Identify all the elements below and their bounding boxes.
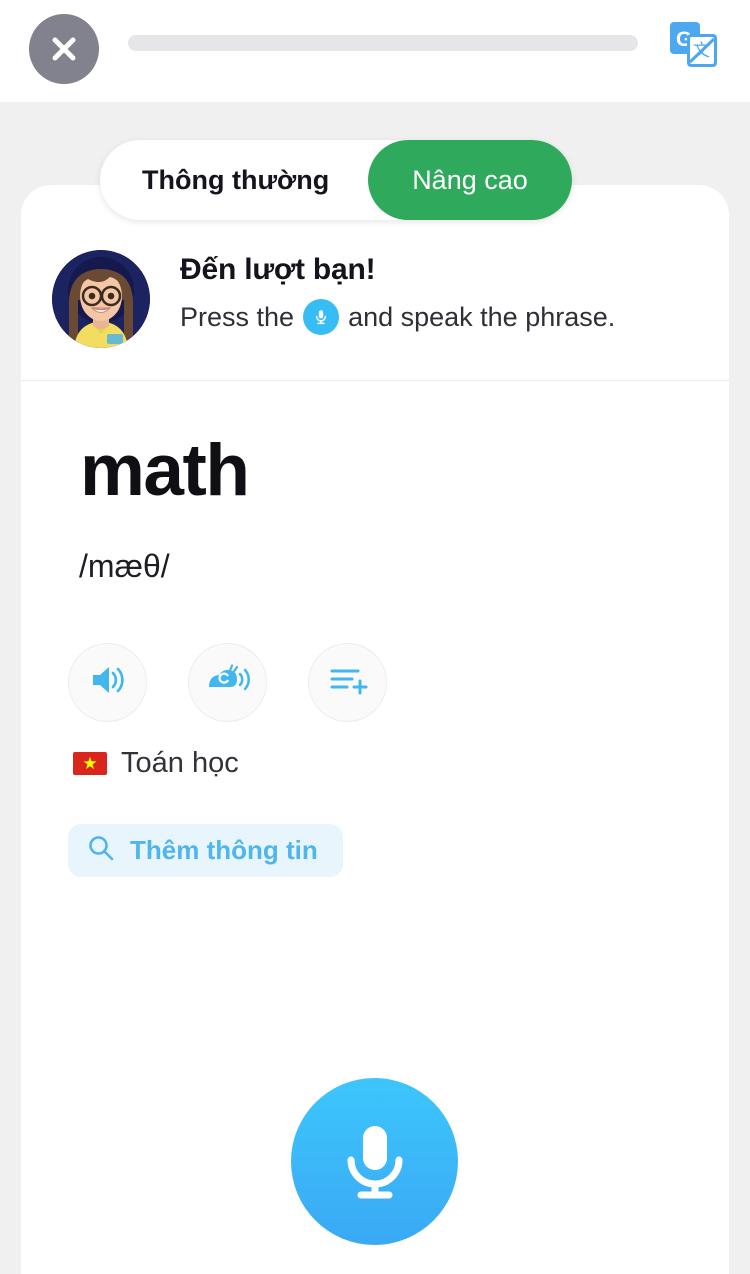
top-bar: G 文 <box>0 0 750 102</box>
play-slow-audio-button[interactable] <box>188 643 267 722</box>
translation-text: Toán học <box>121 747 239 779</box>
prompt-title: Đến lượt bạn! <box>180 253 376 286</box>
target-word: math <box>80 430 250 511</box>
prompt-instruction: Press the and speak the phrase. <box>180 299 615 335</box>
record-button[interactable] <box>291 1078 458 1245</box>
more-info-button[interactable]: Thêm thông tin <box>68 824 343 877</box>
prompt-instruction-after: and speak the phrase. <box>348 301 616 332</box>
tab-nang-cao-label: Nâng cao <box>412 164 528 195</box>
add-to-list-button[interactable] <box>308 643 387 722</box>
google-translate-icon[interactable]: G 文 <box>670 22 718 68</box>
more-info-label: Thêm thông tin <box>130 835 318 865</box>
mode-tabs: Thông thường Nâng cao <box>100 140 572 220</box>
close-x-icon <box>47 32 81 66</box>
speaker-icon <box>88 662 128 703</box>
tab-thong-thuong-label: Thông thường <box>142 164 330 195</box>
tab-nang-cao[interactable]: Nâng cao <box>368 140 572 220</box>
microphone-icon <box>303 299 340 335</box>
snail-speaker-icon <box>206 662 250 703</box>
search-icon <box>87 834 115 867</box>
lesson-card: Đến lượt bạn! Press the and speak the ph… <box>21 185 729 1274</box>
tab-thong-thuong[interactable]: Thông thường <box>100 140 368 220</box>
microphone-icon <box>332 1112 418 1211</box>
phonetic-transcription: /mæθ/ <box>79 548 170 584</box>
app-root: G 文 Thông thường Nâng cao <box>0 0 750 1274</box>
teacher-avatar <box>52 250 150 348</box>
vietnam-flag-icon <box>73 752 107 775</box>
play-audio-button[interactable] <box>68 643 147 722</box>
translation-row: Toán học <box>73 747 239 780</box>
add-to-list-icon <box>328 663 368 702</box>
audio-actions <box>68 643 387 722</box>
prompt-instruction-before: Press the <box>180 301 295 332</box>
lesson-progress-bar <box>128 35 638 51</box>
close-button[interactable] <box>29 14 99 84</box>
